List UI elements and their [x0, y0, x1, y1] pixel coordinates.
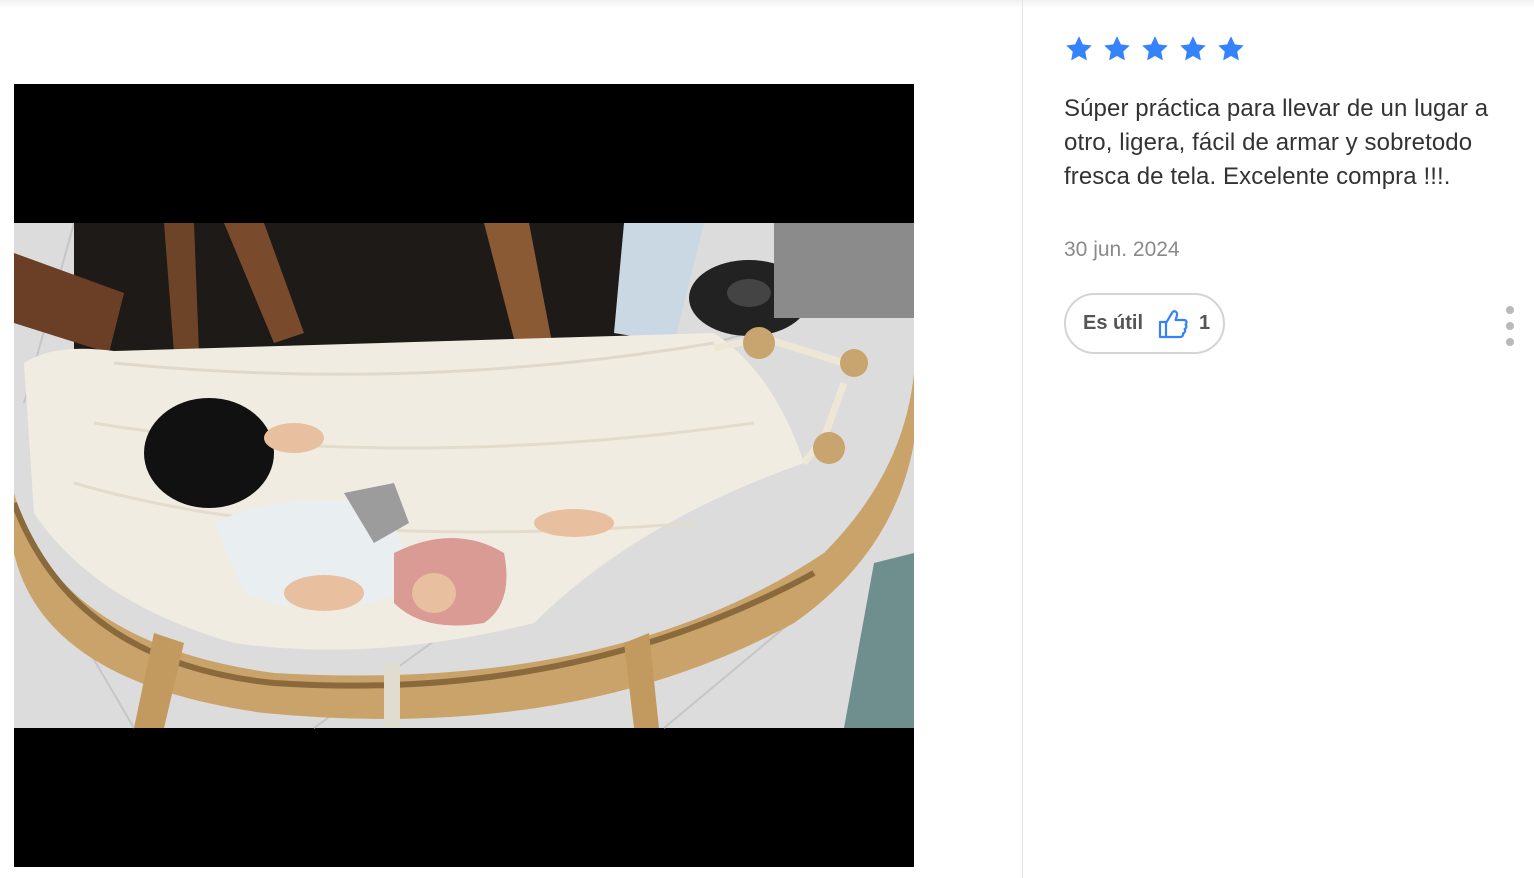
useful-label: Es útil — [1083, 312, 1144, 334]
review-photo-viewer[interactable] — [14, 84, 914, 867]
star-icon — [1140, 34, 1170, 64]
more-vertical-icon — [1506, 306, 1514, 314]
more-vertical-icon — [1506, 322, 1514, 330]
more-vertical-icon — [1506, 338, 1514, 346]
useful-count: 1 — [1199, 312, 1211, 334]
review-page: Súper práctica para llevar de un lugar a… — [0, 0, 1534, 878]
review-photo — [14, 84, 914, 867]
star-icon — [1102, 34, 1132, 64]
star-icon — [1064, 34, 1094, 64]
more-options-button[interactable] — [1499, 306, 1521, 346]
useful-button[interactable]: Es útil 1 — [1064, 293, 1225, 354]
star-icon — [1216, 34, 1246, 64]
image-panel — [0, 0, 1022, 878]
review-date: 30 jun. 2024 — [1064, 238, 1180, 261]
review-text: Súper práctica para llevar de un lugar a… — [1064, 95, 1489, 190]
review-panel: Súper práctica para llevar de un lugar a… — [1023, 0, 1534, 878]
thumbs-up-icon — [1157, 309, 1189, 339]
star-rating — [1064, 34, 1246, 64]
star-icon — [1178, 34, 1208, 64]
